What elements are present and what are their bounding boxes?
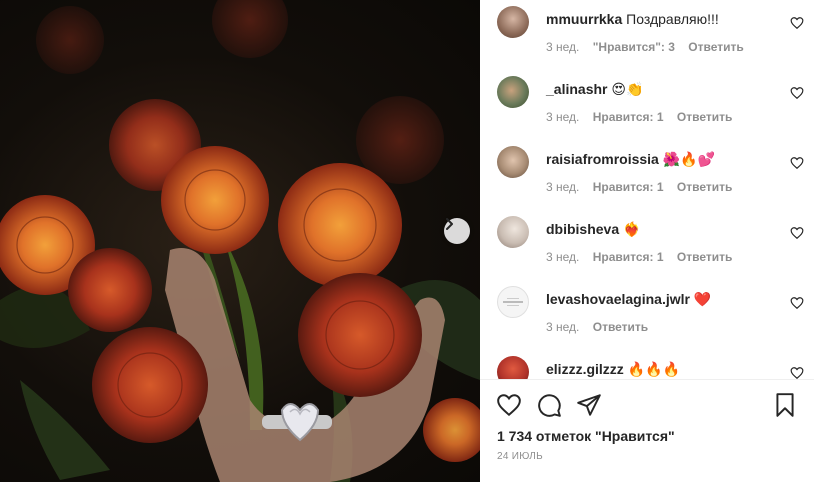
comment-meta: 3 нед. Нравится: 1 Ответить <box>546 180 742 194</box>
heart-icon[interactable] <box>790 226 804 240</box>
comment-username[interactable]: levashovaelagina.jwlr <box>546 291 690 307</box>
comment-likes[interactable]: Нравится: 1 <box>593 250 664 264</box>
comment-text: ❤️ <box>693 292 712 308</box>
comment-username[interactable]: mmuurrkka <box>546 11 622 27</box>
bookmark-icon[interactable] <box>772 392 798 418</box>
reply-button[interactable]: Ответить <box>593 320 648 334</box>
comment-item: raisiafromroissia 🌺🔥💕 3 нед. Нравится: 1… <box>497 146 807 210</box>
heart-icon[interactable] <box>790 16 804 30</box>
comment-age: 3 нед. <box>546 40 580 54</box>
heart-icon[interactable] <box>790 366 804 380</box>
heart-icon[interactable] <box>496 392 522 418</box>
brand-logo-icon <box>503 298 523 306</box>
post-side-panel: mmuurrkka Поздравляю!!! 3 нед. "Нравится… <box>480 0 814 482</box>
avatar[interactable] <box>497 356 529 379</box>
chevron-right-icon <box>446 218 453 230</box>
avatar[interactable] <box>497 6 529 38</box>
post-actions <box>496 392 798 418</box>
comment-text: ❤️‍🔥 <box>623 222 641 238</box>
comment-text: 😍👏 <box>611 82 644 98</box>
avatar[interactable] <box>497 76 529 108</box>
heart-icon[interactable] <box>790 86 804 100</box>
comment-likes[interactable]: "Нравится": 3 <box>593 40 675 54</box>
avatar[interactable] <box>497 146 529 178</box>
comment-likes[interactable]: Нравится: 1 <box>593 180 664 194</box>
comment-username[interactable]: raisiafromroissia <box>546 151 659 167</box>
reply-button[interactable]: Ответить <box>677 110 732 124</box>
comment-item: mmuurrkka Поздравляю!!! 3 нед. "Нравится… <box>497 6 807 70</box>
post-photo[interactable] <box>0 0 480 482</box>
reply-button[interactable]: Ответить <box>677 180 732 194</box>
comment-text: 🌺🔥💕 <box>662 152 716 168</box>
reply-button[interactable]: Ответить <box>688 40 743 54</box>
comment-age: 3 нед. <box>546 180 580 194</box>
marigold-photo <box>0 0 480 482</box>
reply-button[interactable]: Ответить <box>677 250 732 264</box>
send-icon[interactable] <box>576 392 602 418</box>
avatar[interactable] <box>497 216 529 248</box>
comment-icon[interactable] <box>536 392 562 418</box>
avatar[interactable] <box>497 286 529 318</box>
comment-text: 🔥🔥🔥 <box>627 362 680 378</box>
comment-username[interactable]: elizzz.gilzzz <box>546 361 624 377</box>
comment-meta: 3 нед. Нравится: 1 Ответить <box>546 250 742 264</box>
comment-meta: 3 нед. Нравится: 1 Ответить <box>546 110 742 124</box>
comment-item: levashovaelagina.jwlr ❤️ 3 нед. Ответить <box>497 286 807 350</box>
comment-age: 3 нед. <box>546 110 580 124</box>
heart-icon[interactable] <box>790 156 804 170</box>
comment-meta: 3 нед. "Нравится": 3 Ответить <box>546 40 754 54</box>
heart-icon[interactable] <box>790 296 804 310</box>
comment-age: 3 нед. <box>546 250 580 264</box>
comment-item: elizzz.gilzzz 🔥🔥🔥 <box>497 356 807 380</box>
likes-count[interactable]: 1 734 отметок "Нравится" <box>497 428 675 444</box>
comment-username[interactable]: dbibisheva <box>546 221 619 237</box>
comment-meta: 3 нед. Ответить <box>546 320 658 334</box>
comments-list[interactable]: mmuurrkka Поздравляю!!! 3 нед. "Нравится… <box>480 0 814 380</box>
next-image-button[interactable] <box>444 218 470 244</box>
comment-item: _alinashr 😍👏 3 нед. Нравится: 1 Ответить <box>497 76 807 140</box>
comment-text: Поздравляю!!! <box>626 11 719 27</box>
comment-age: 3 нед. <box>546 320 580 334</box>
post-date[interactable]: 24 ИЮЛЬ <box>497 451 543 462</box>
comment-likes[interactable]: Нравится: 1 <box>593 110 664 124</box>
comment-username[interactable]: _alinashr <box>546 81 607 97</box>
comment-item: dbibisheva ❤️‍🔥 3 нед. Нравится: 1 Ответ… <box>497 216 807 280</box>
